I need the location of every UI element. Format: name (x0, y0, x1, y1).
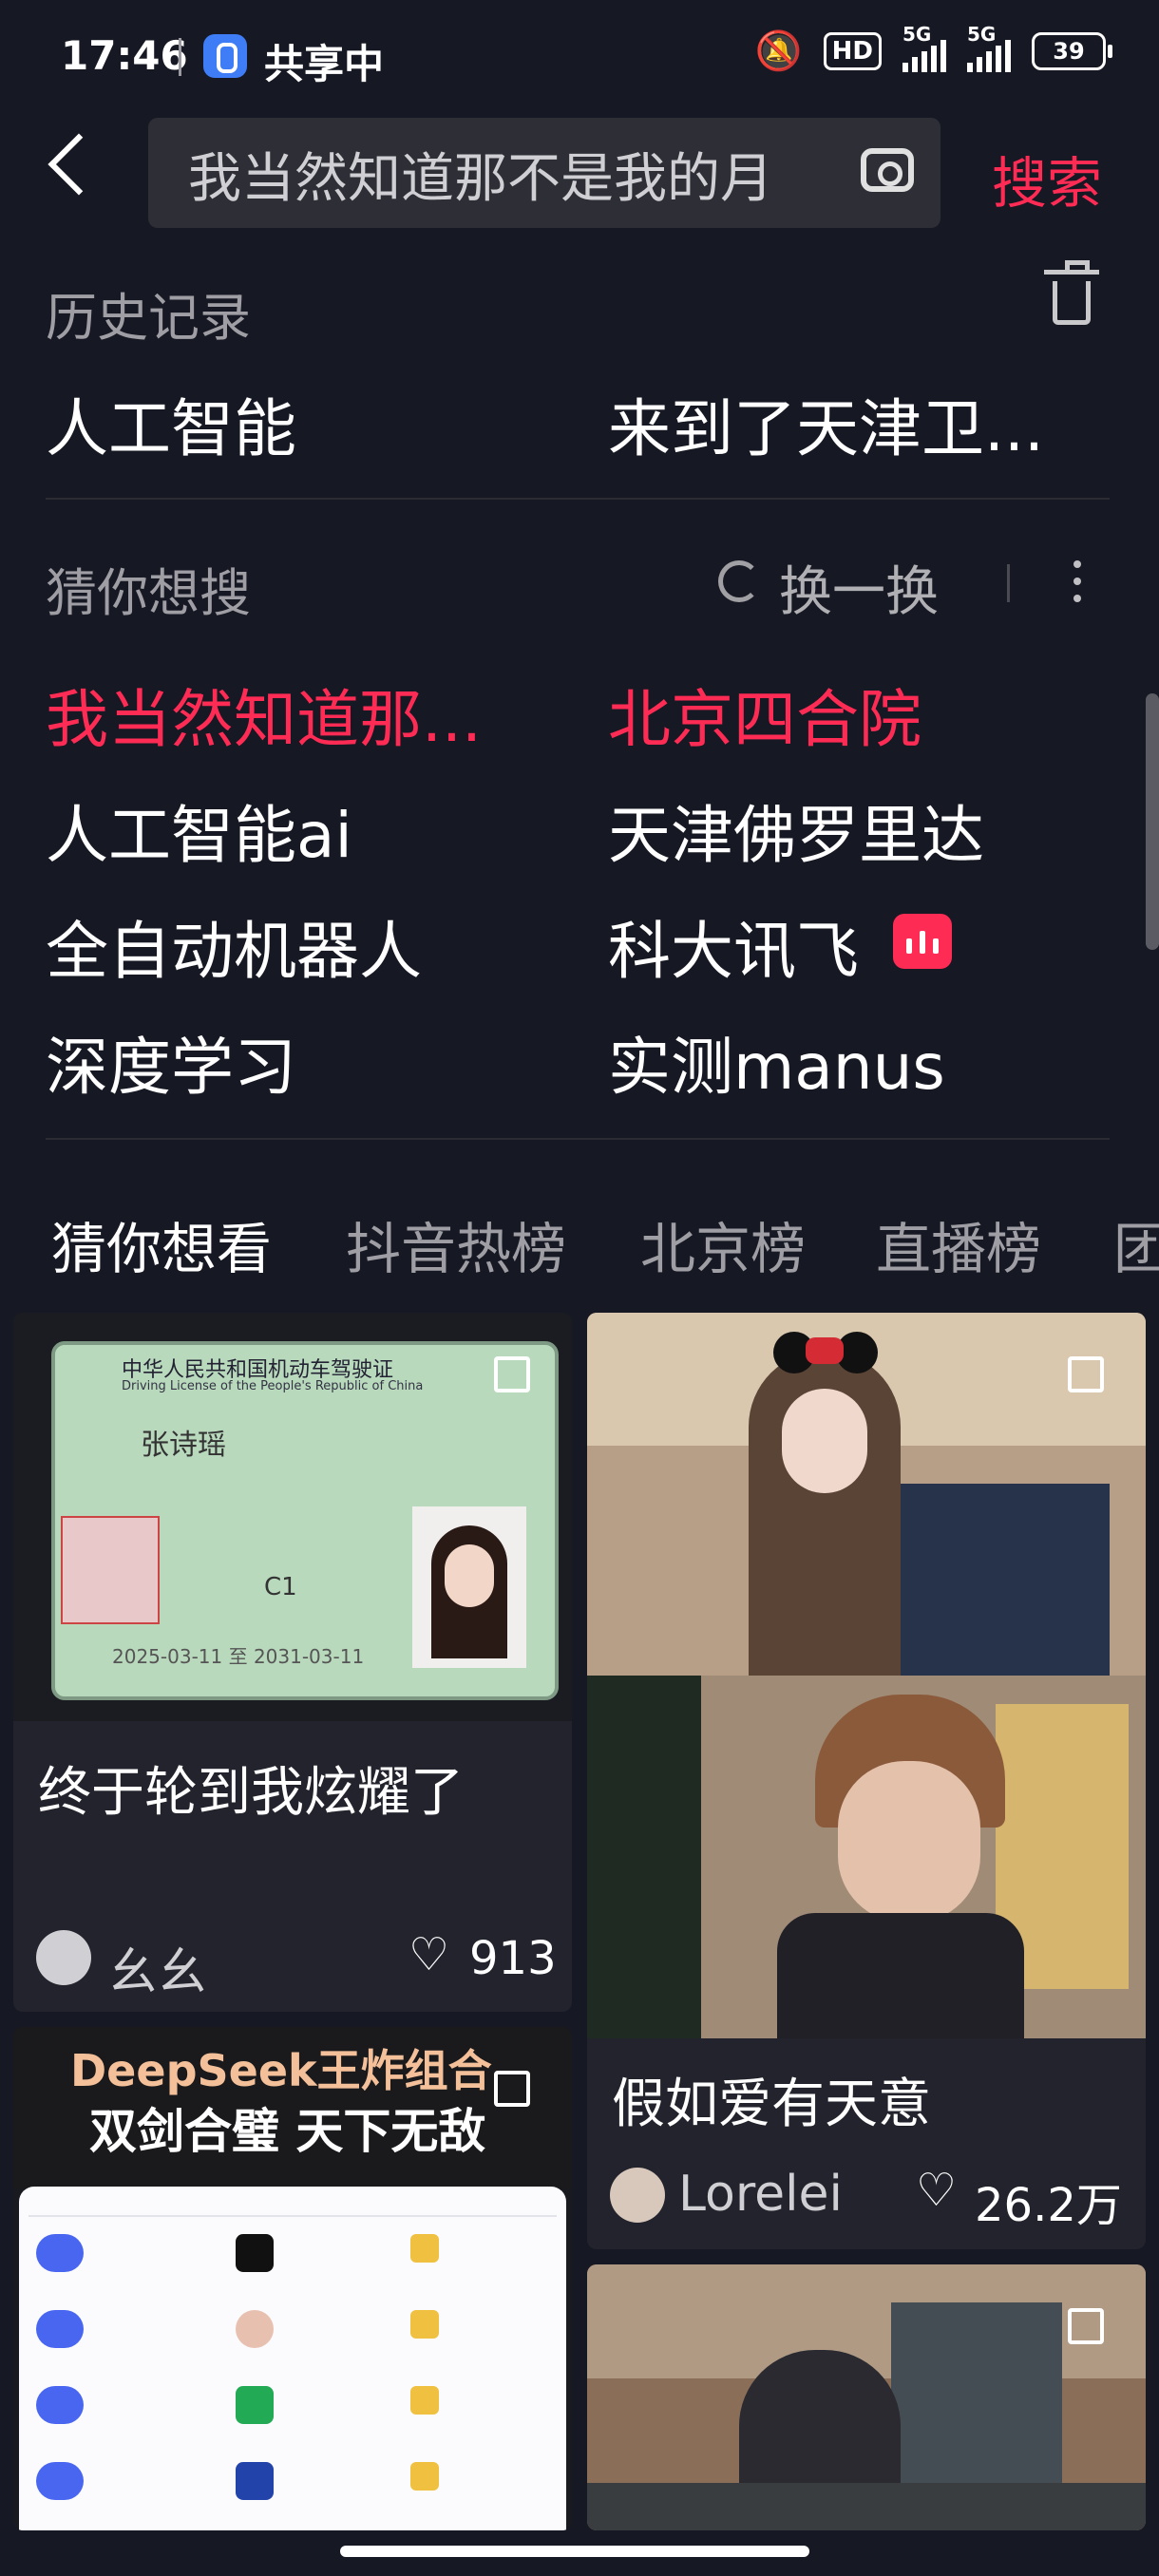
avatar[interactable] (610, 2168, 665, 2223)
poster-table-image (19, 2187, 566, 2530)
heart-icon[interactable]: ♡ (916, 2164, 957, 2217)
tab-douyin-hot[interactable]: 抖音热榜 (346, 1204, 566, 1284)
like-count: 913 (469, 1932, 557, 1985)
heart-icon[interactable]: ♡ (408, 1928, 449, 1981)
card-thumbnail-top (587, 1313, 1146, 1683)
tab-live[interactable]: 直播榜 (876, 1204, 1041, 1284)
suggestion-item[interactable]: 天津佛罗里达 (608, 785, 984, 876)
status-time: 17:46 (61, 32, 188, 79)
video-card[interactable]: 中华人民共和国机动车驾驶证 Driving License of the Peo… (13, 1313, 572, 2012)
hot-badge-icon (893, 914, 952, 969)
video-card[interactable]: DeepSeek王炸组合 双剑合璧 天下无敌 (13, 2027, 572, 2530)
status-separator (179, 38, 181, 76)
guess-title: 猜你想搜 (46, 563, 251, 623)
poster-header: DeepSeek王炸组合 双剑合璧 天下无敌 (13, 2027, 572, 2188)
screen-share-icon (203, 34, 247, 78)
home-indicator[interactable] (340, 2546, 809, 2557)
refresh-icon[interactable] (718, 560, 760, 602)
author-name[interactable]: 幺幺 (108, 1932, 207, 2003)
history-item[interactable]: 来到了天津卫... (608, 378, 1044, 469)
signal-icon: 5G (967, 23, 1011, 72)
mute-bell-icon: 🔕 (754, 29, 803, 73)
tab-guess-watch[interactable]: 猜你想看 (51, 1204, 272, 1284)
history-title: 历史记录 (46, 288, 251, 348)
divider (46, 498, 1110, 500)
suggestion-item[interactable]: 北京四合院 (608, 669, 922, 760)
card-thumbnail-bottom (587, 1676, 1146, 2038)
suggestion-item[interactable]: 全自动机器人 (46, 900, 422, 992)
tab-beijing[interactable]: 北京榜 (640, 1204, 806, 1284)
tab-group[interactable]: 团 (1113, 1204, 1159, 1284)
divider (1007, 564, 1010, 602)
video-card[interactable] (587, 2264, 1146, 2530)
poster-headline: DeepSeek王炸组合 (70, 2045, 492, 2096)
status-indicators: 🔕 HD 5G 5G 39 (754, 23, 1112, 73)
card-thumbnail (587, 2264, 1146, 2530)
multi-image-icon (1068, 1356, 1104, 1392)
signal-icon: 5G (902, 23, 946, 72)
like-count: 26.2万 (975, 2179, 1122, 2232)
trash-icon[interactable] (1044, 260, 1099, 325)
history-item[interactable]: 人工智能 (46, 378, 296, 469)
suggestion-item[interactable]: 人工智能ai (46, 785, 352, 876)
suggestion-item[interactable]: 实测manus (608, 1016, 945, 1108)
suggestion-item[interactable]: 科大讯飞 (608, 900, 859, 992)
scrollbar[interactable] (1146, 693, 1159, 950)
card-thumbnail: 中华人民共和国机动车驾驶证 Driving License of the Peo… (13, 1313, 572, 1721)
search-input[interactable] (186, 118, 798, 230)
hd-badge: HD (823, 31, 882, 70)
search-box[interactable] (148, 118, 940, 230)
refresh-button[interactable]: 换一换 (779, 549, 939, 626)
multi-image-icon (494, 1356, 530, 1392)
card-title: 假如爱有天意 (612, 2074, 931, 2135)
search-button[interactable]: 搜索 (992, 139, 1102, 218)
multi-image-icon (1068, 2308, 1104, 2344)
screen-share-label: 共享中 (264, 41, 385, 87)
suggestion-item[interactable]: 深度学习 (46, 1016, 296, 1108)
poster-subheadline: 双剑合璧 天下无敌 (89, 2104, 486, 2159)
video-card[interactable]: 假如爱有天意 Lorelei ♡ 26.2万 (587, 1313, 1146, 2249)
multi-image-icon (494, 2071, 530, 2107)
suggestion-item[interactable]: 我当然知道那... (46, 669, 482, 760)
battery-indicator: 39 (1032, 31, 1112, 70)
divider (46, 1138, 1110, 1140)
avatar[interactable] (36, 1930, 91, 1985)
license-image: 中华人民共和国机动车驾驶证 Driving License of the Peo… (51, 1341, 559, 1700)
card-title: 终于轮到我炫耀了 (38, 1762, 464, 1824)
more-icon[interactable] (1074, 560, 1083, 608)
back-icon[interactable] (48, 133, 110, 196)
author-name[interactable]: Lorelei (678, 2166, 843, 2223)
camera-icon[interactable] (861, 148, 914, 192)
